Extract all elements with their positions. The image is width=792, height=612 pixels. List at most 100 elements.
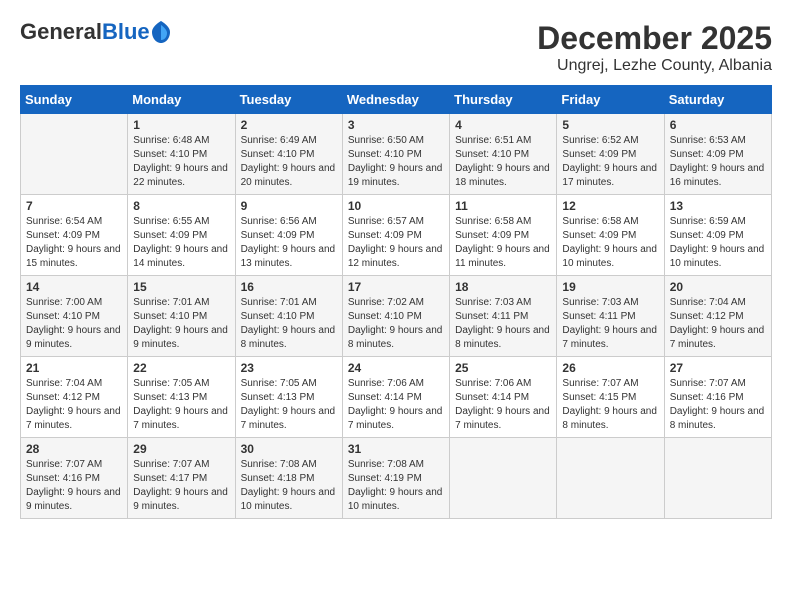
calendar-cell: 28 Sunrise: 7:07 AMSunset: 4:16 PMDayligh…	[21, 438, 128, 519]
calendar-cell: 29 Sunrise: 7:07 AMSunset: 4:17 PMDayligh…	[128, 438, 235, 519]
calendar-cell	[557, 438, 664, 519]
day-number: 7	[26, 199, 122, 213]
day-number: 29	[133, 442, 229, 456]
calendar-cell: 14Sunrise: 7:00 AMSunset: 4:10 PMDayligh…	[21, 276, 128, 357]
day-number: 17	[348, 280, 444, 294]
calendar-week-3: 14Sunrise: 7:00 AMSunset: 4:10 PMDayligh…	[21, 276, 772, 357]
day-number: 4	[455, 118, 551, 132]
day-info: Sunrise: 7:08 AMSunset: 4:19 PMDaylight:…	[348, 458, 444, 514]
weekday-header-thursday: Thursday	[450, 86, 557, 114]
calendar-week-4: 21 Sunrise: 7:04 AMSunset: 4:12 PMDayligh…	[21, 357, 772, 438]
day-number: 30	[241, 442, 337, 456]
calendar-cell: 26Sunrise: 7:07 AMSunset: 4:15 PMDayligh…	[557, 357, 664, 438]
calendar-cell: 6Sunrise: 6:53 AMSunset: 4:09 PMDaylight…	[664, 114, 771, 195]
calendar-cell: 20 Sunrise: 7:04 AMSunset: 4:12 PMDayligh…	[664, 276, 771, 357]
day-number: 8	[133, 199, 229, 213]
calendar-cell: 2 Sunrise: 6:49 AMSunset: 4:10 PMDaylight…	[235, 114, 342, 195]
day-info: Sunrise: 6:54 AMSunset: 4:09 PMDaylight:…	[26, 215, 122, 271]
day-info: Sunrise: 6:58 AMSunset: 4:09 PMDaylight:…	[562, 215, 658, 271]
day-info: Sunrise: 7:08 AMSunset: 4:18 PMDaylight:…	[241, 458, 337, 514]
day-number: 18	[455, 280, 551, 294]
month-title: December 2025	[537, 20, 772, 57]
day-number: 25	[455, 361, 551, 375]
day-number: 11	[455, 199, 551, 213]
day-info: Sunrise: 7:03 AMSunset: 4:11 PMDaylight:…	[455, 296, 551, 352]
weekday-header-monday: Monday	[128, 86, 235, 114]
calendar-cell: 27 Sunrise: 7:07 AMSunset: 4:16 PMDayligh…	[664, 357, 771, 438]
day-info: Sunrise: 7:07 AMSunset: 4:15 PMDaylight:…	[562, 377, 658, 433]
calendar-cell: 12 Sunrise: 6:58 AMSunset: 4:09 PMDayligh…	[557, 195, 664, 276]
day-number: 14	[26, 280, 122, 294]
calendar-cell: 11Sunrise: 6:58 AMSunset: 4:09 PMDayligh…	[450, 195, 557, 276]
location: Ungrej, Lezhe County, Albania	[537, 57, 772, 75]
day-number: 27	[670, 361, 766, 375]
day-info: Sunrise: 7:06 AMSunset: 4:14 PMDaylight:…	[348, 377, 444, 433]
day-info: Sunrise: 7:07 AMSunset: 4:17 PMDaylight:…	[133, 458, 229, 514]
weekday-header-saturday: Saturday	[664, 86, 771, 114]
day-info: Sunrise: 6:52 AMSunset: 4:09 PMDaylight:…	[562, 134, 658, 190]
day-info: Sunrise: 6:50 AMSunset: 4:10 PMDaylight:…	[348, 134, 444, 190]
calendar-cell: 18 Sunrise: 7:03 AMSunset: 4:11 PMDayligh…	[450, 276, 557, 357]
day-number: 23	[241, 361, 337, 375]
weekday-header-wednesday: Wednesday	[342, 86, 449, 114]
calendar-cell: 19Sunrise: 7:03 AMSunset: 4:11 PMDayligh…	[557, 276, 664, 357]
weekday-header-tuesday: Tuesday	[235, 86, 342, 114]
day-number: 21	[26, 361, 122, 375]
day-info: Sunrise: 7:07 AMSunset: 4:16 PMDaylight:…	[26, 458, 122, 514]
calendar-cell: 24 Sunrise: 7:06 AMSunset: 4:14 PMDayligh…	[342, 357, 449, 438]
day-number: 13	[670, 199, 766, 213]
calendar-cell	[450, 438, 557, 519]
day-info: Sunrise: 6:57 AMSunset: 4:09 PMDaylight:…	[348, 215, 444, 271]
calendar-cell: 9 Sunrise: 6:56 AMSunset: 4:09 PMDaylight…	[235, 195, 342, 276]
calendar-cell: 4 Sunrise: 6:51 AMSunset: 4:10 PMDaylight…	[450, 114, 557, 195]
calendar-cell: 17 Sunrise: 7:02 AMSunset: 4:10 PMDayligh…	[342, 276, 449, 357]
day-number: 5	[562, 118, 658, 132]
day-number: 3	[348, 118, 444, 132]
day-number: 28	[26, 442, 122, 456]
day-number: 31	[348, 442, 444, 456]
day-info: Sunrise: 6:55 AMSunset: 4:09 PMDaylight:…	[133, 215, 229, 271]
title-block: December 2025 Ungrej, Lezhe County, Alba…	[537, 20, 772, 75]
day-info: Sunrise: 7:05 AMSunset: 4:13 PMDaylight:…	[133, 377, 229, 433]
calendar-cell: 8 Sunrise: 6:55 AMSunset: 4:09 PMDaylight…	[128, 195, 235, 276]
day-number: 20	[670, 280, 766, 294]
logo: GeneralBlue	[20, 20, 170, 44]
day-number: 24	[348, 361, 444, 375]
day-info: Sunrise: 6:59 AMSunset: 4:09 PMDaylight:…	[670, 215, 766, 271]
logo-blue: Blue	[102, 19, 150, 44]
day-info: Sunrise: 6:49 AMSunset: 4:10 PMDaylight:…	[241, 134, 337, 190]
calendar-cell: 25 Sunrise: 7:06 AMSunset: 4:14 PMDayligh…	[450, 357, 557, 438]
calendar-cell: 15Sunrise: 7:01 AMSunset: 4:10 PMDayligh…	[128, 276, 235, 357]
day-info: Sunrise: 7:06 AMSunset: 4:14 PMDaylight:…	[455, 377, 551, 433]
calendar-table: SundayMondayTuesdayWednesdayThursdayFrid…	[20, 85, 772, 519]
day-number: 2	[241, 118, 337, 132]
calendar-cell: 10Sunrise: 6:57 AMSunset: 4:09 PMDayligh…	[342, 195, 449, 276]
day-number: 9	[241, 199, 337, 213]
day-info: Sunrise: 7:02 AMSunset: 4:10 PMDaylight:…	[348, 296, 444, 352]
day-info: Sunrise: 7:04 AMSunset: 4:12 PMDaylight:…	[670, 296, 766, 352]
calendar-cell: 3 Sunrise: 6:50 AMSunset: 4:10 PMDaylight…	[342, 114, 449, 195]
day-info: Sunrise: 7:04 AMSunset: 4:12 PMDaylight:…	[26, 377, 122, 433]
day-info: Sunrise: 7:07 AMSunset: 4:16 PMDaylight:…	[670, 377, 766, 433]
calendar-cell	[664, 438, 771, 519]
calendar-cell: 7 Sunrise: 6:54 AMSunset: 4:09 PMDaylight…	[21, 195, 128, 276]
calendar-cell: 1Sunrise: 6:48 AMSunset: 4:10 PMDaylight…	[128, 114, 235, 195]
weekday-header-friday: Friday	[557, 86, 664, 114]
day-number: 6	[670, 118, 766, 132]
calendar-cell	[21, 114, 128, 195]
day-info: Sunrise: 6:56 AMSunset: 4:09 PMDaylight:…	[241, 215, 337, 271]
weekday-header-row: SundayMondayTuesdayWednesdayThursdayFrid…	[21, 86, 772, 114]
calendar-cell: 23 Sunrise: 7:05 AMSunset: 4:13 PMDayligh…	[235, 357, 342, 438]
calendar-cell: 30 Sunrise: 7:08 AMSunset: 4:18 PMDayligh…	[235, 438, 342, 519]
day-info: Sunrise: 6:48 AMSunset: 4:10 PMDaylight:…	[133, 134, 229, 190]
day-info: Sunrise: 6:51 AMSunset: 4:10 PMDaylight:…	[455, 134, 551, 190]
calendar-week-2: 7 Sunrise: 6:54 AMSunset: 4:09 PMDaylight…	[21, 195, 772, 276]
calendar-cell: 21 Sunrise: 7:04 AMSunset: 4:12 PMDayligh…	[21, 357, 128, 438]
calendar-week-5: 28 Sunrise: 7:07 AMSunset: 4:16 PMDayligh…	[21, 438, 772, 519]
calendar-cell: 16Sunrise: 7:01 AMSunset: 4:10 PMDayligh…	[235, 276, 342, 357]
calendar-cell: 22Sunrise: 7:05 AMSunset: 4:13 PMDayligh…	[128, 357, 235, 438]
day-number: 16	[241, 280, 337, 294]
day-number: 12	[562, 199, 658, 213]
calendar-cell: 13 Sunrise: 6:59 AMSunset: 4:09 PMDayligh…	[664, 195, 771, 276]
day-info: Sunrise: 7:05 AMSunset: 4:13 PMDaylight:…	[241, 377, 337, 433]
